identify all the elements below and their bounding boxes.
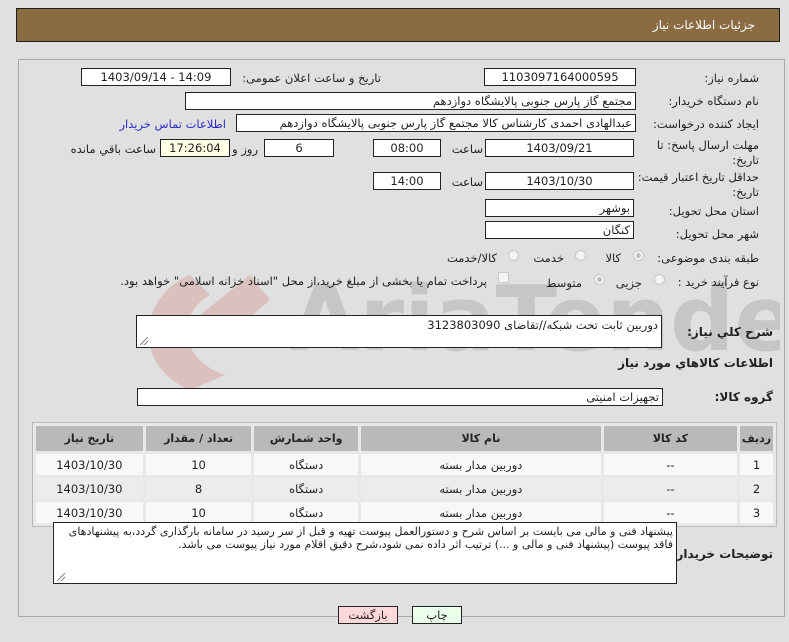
goods-group-field: تجهیزات امنیتی [137,388,663,406]
cell-date: 1403/10/30 [36,502,143,523]
items-table: تاریخ نیاز تعداد / مقدار واحد شمارش نام … [32,422,777,527]
subject-option-goods: کالا [605,251,621,265]
buyer-org-field: مجتمع گاز پارس جنوبی پالایشگاه دوازدهم [185,92,636,110]
price-validity-label: حداقل تاریخ اعتبار قیمت: تا تاریخ: [627,170,759,199]
items-table-header: تاریخ نیاز تعداد / مقدار واحد شمارش نام … [36,426,773,451]
cell-row: 3 [739,502,773,523]
table-row: 1403/10/30 10 دستگاه دوربین مدار بسته --… [36,454,773,475]
announce-datetime-field: 1403/09/14 - 14:09 [81,68,231,86]
days-label: روز و [232,142,258,156]
cell-unit: دستگاه [254,502,358,523]
table-row: 1403/10/30 8 دستگاه دوربین مدار بسته -- … [36,478,773,499]
cell-name: دوربین مدار بسته [360,502,601,523]
cell-unit: دستگاه [254,454,358,475]
remaining-time: 17:26:04 [160,139,230,157]
buyer-notes-text: پیشنهاد فنی و مالی می بایست بر اساس شرح … [68,525,673,551]
col-row: ردیف [739,426,773,451]
subject-radio-goods-service[interactable] [508,250,519,261]
process-option-medium: متوسط [545,276,582,290]
page-title: جزئیات اطلاعات نیاز [652,18,755,32]
cell-qty: 8 [145,478,252,499]
col-unit: واحد شمارش [254,426,358,451]
response-time-label: ساعت [451,142,483,156]
cell-date: 1403/10/30 [36,478,143,499]
back-button[interactable]: بازگشت [338,606,398,624]
treasury-checkbox[interactable] [498,272,509,283]
process-radio-minor[interactable] [654,274,665,285]
cell-row: 2 [739,478,773,499]
goods-group-label: گروه کالا: [714,390,773,404]
cell-code: -- [603,502,737,523]
treasury-checkbox-label: پرداخت تمام یا بخشی از مبلغ خرید،از محل … [120,274,487,288]
remaining-days: 6 [264,139,334,157]
cell-row: 1 [739,454,773,475]
subject-option-service: خدمت [533,251,564,265]
remaining-time-label: ساعت باقي مانده [70,142,156,156]
delivery-city-field: کنگان [485,221,634,239]
buyer-contact-link[interactable]: اطلاعات تماس خریدار [119,117,226,131]
page-header: جزئیات اطلاعات نیاز [16,8,780,42]
response-deadline-label: مهلت ارسال پاسخ: تا تاریخ: [656,138,759,167]
col-need-date: تاریخ نیاز [36,426,143,451]
delivery-province-field: بوشهر [485,199,634,217]
table-row: 1403/10/30 10 دستگاه دوربین مدار بسته --… [36,502,773,523]
need-number-field: 1103097164000595 [484,68,636,86]
resize-grip-icon[interactable] [140,337,148,345]
buyer-org-label: نام دستگاه خریدار: [668,94,759,108]
announce-datetime-label: تاریخ و ساعت اعلان عمومی: [242,71,381,85]
cell-date: 1403/10/30 [36,454,143,475]
need-number-label: شماره نیاز: [704,71,759,85]
requester-label: ایجاد کننده درخواست: [653,117,759,131]
col-goods-name: نام کالا [360,426,601,451]
resize-grip-icon[interactable] [57,573,65,581]
items-section-title: اطلاعات کالاهاي مورد نياز [618,356,773,370]
subject-radio-service[interactable] [575,250,586,261]
cell-name: دوربین مدار بسته [360,454,601,475]
cell-code: -- [603,454,737,475]
delivery-province-label: استان محل تحویل: [668,204,759,218]
requester-field: عبدالهادی احمدی کارشناس کالا مجتمع گاز پ… [236,114,636,132]
col-quantity: تعداد / مقدار [145,426,252,451]
delivery-city-label: شهر محل تحویل: [675,227,759,241]
price-validity-time-label: ساعت [451,175,483,189]
cell-code: -- [603,478,737,499]
general-description-text: دوربین ثابت تحت شبکه//تقاضای 3123803090 [427,318,658,332]
purchase-process-label: نوع فرآیند خرید : [677,275,759,289]
print-button[interactable]: چاپ [412,606,462,624]
subject-category-label: طبقه بندی موضوعی: [657,251,759,265]
general-description-label: شرح کلي نياز: [687,325,773,339]
cell-qty: 10 [145,502,252,523]
response-deadline-date: 1403/09/21 [485,139,634,157]
cell-name: دوربین مدار بسته [360,478,601,499]
subject-radio-goods[interactable] [633,250,644,261]
price-validity-date: 1403/10/30 [485,172,634,190]
buyer-notes-field[interactable]: پیشنهاد فنی و مالی می بایست بر اساس شرح … [53,522,677,584]
price-validity-time: 14:00 [373,172,441,190]
process-option-minor: جزیی [615,276,642,290]
col-goods-code: کد کالا [603,426,737,451]
general-description-field[interactable]: دوربین ثابت تحت شبکه//تقاضای 3123803090 [136,315,662,348]
subject-option-goods-service: کالا/خدمت [446,251,497,265]
cell-unit: دستگاه [254,478,358,499]
response-deadline-time: 08:00 [373,139,441,157]
process-radio-medium[interactable] [594,274,605,285]
buyer-notes-label: توضیحات خریدار: [671,547,773,561]
cell-qty: 10 [145,454,252,475]
